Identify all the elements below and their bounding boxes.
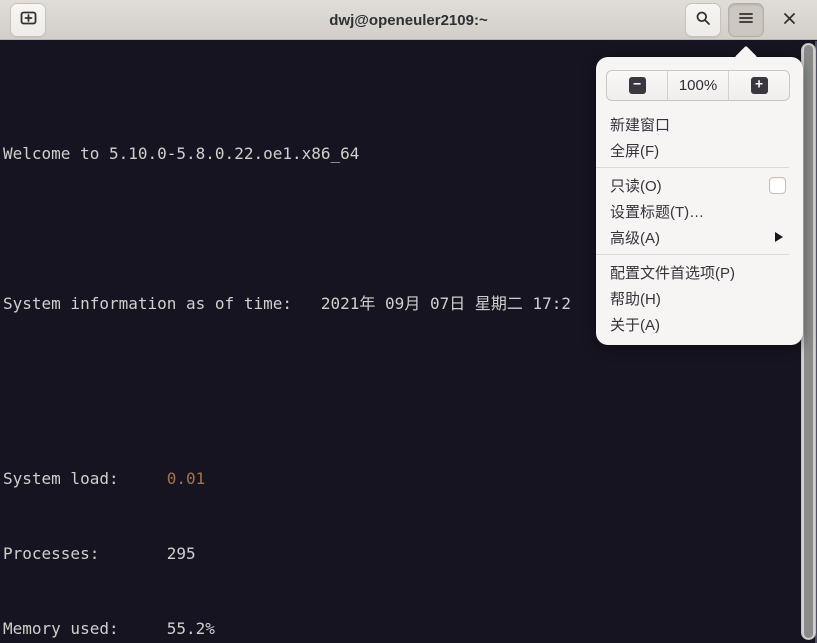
menu-separator xyxy=(596,254,789,255)
menu-item-profile-preferences[interactable]: 配置文件首选项(P) xyxy=(596,259,803,285)
menu-section-app: 配置文件首选项(P) 帮助(H) 关于(A) xyxy=(596,259,803,337)
titlebar-controls xyxy=(685,2,807,37)
menu-item-about[interactable]: 关于(A) xyxy=(596,311,803,337)
stat-line-memory: Memory used: 55.2% xyxy=(3,619,215,638)
menu-separator xyxy=(596,167,789,168)
zoom-in-button[interactable]: + xyxy=(728,71,789,100)
tab-new-icon xyxy=(20,10,37,29)
menu-item-help[interactable]: 帮助(H) xyxy=(596,285,803,311)
zoom-in-icon: + xyxy=(750,77,768,94)
zoom-out-icon: − xyxy=(628,77,646,94)
close-window-button[interactable] xyxy=(771,3,807,37)
menu-section-window: 新建窗口 全屏(F) xyxy=(596,111,803,163)
close-icon xyxy=(783,12,796,28)
search-icon xyxy=(695,10,711,29)
hamburger-menu-icon xyxy=(739,12,753,27)
menu-item-fullscreen[interactable]: 全屏(F) xyxy=(596,137,803,163)
new-tab-button[interactable] xyxy=(10,2,46,37)
titlebar: dwj@openeuler2109:~ xyxy=(0,0,817,40)
menu-item-new-window[interactable]: 新建窗口 xyxy=(596,111,803,137)
terminal-scrollbar[interactable] xyxy=(801,43,816,640)
read-only-checkbox[interactable] xyxy=(769,176,786,194)
stat-line-processes: Processes: 295 xyxy=(3,544,196,563)
menu-item-advanced[interactable]: 高级(A) xyxy=(596,224,803,250)
zoom-level-button[interactable]: 100% xyxy=(667,71,728,100)
search-button[interactable] xyxy=(685,2,721,37)
menu-popover: − 100% + 新建窗口 全屏(F) 只读(O) 设置标题(T)… 高级(A)… xyxy=(596,45,803,345)
hamburger-menu-button[interactable] xyxy=(728,2,764,37)
menu-item-set-title[interactable]: 设置标题(T)… xyxy=(596,198,803,224)
menu-section-options: 只读(O) 设置标题(T)… 高级(A) xyxy=(596,172,803,250)
zoom-out-button[interactable]: − xyxy=(607,71,667,100)
zoom-control: − 100% + xyxy=(606,70,790,101)
scrollbar-thumb[interactable] xyxy=(804,45,813,638)
stat-line-system-load: System load: 0.01 xyxy=(3,469,206,488)
menu-item-read-only[interactable]: 只读(O) xyxy=(596,172,803,198)
submenu-arrow-icon xyxy=(775,232,783,242)
